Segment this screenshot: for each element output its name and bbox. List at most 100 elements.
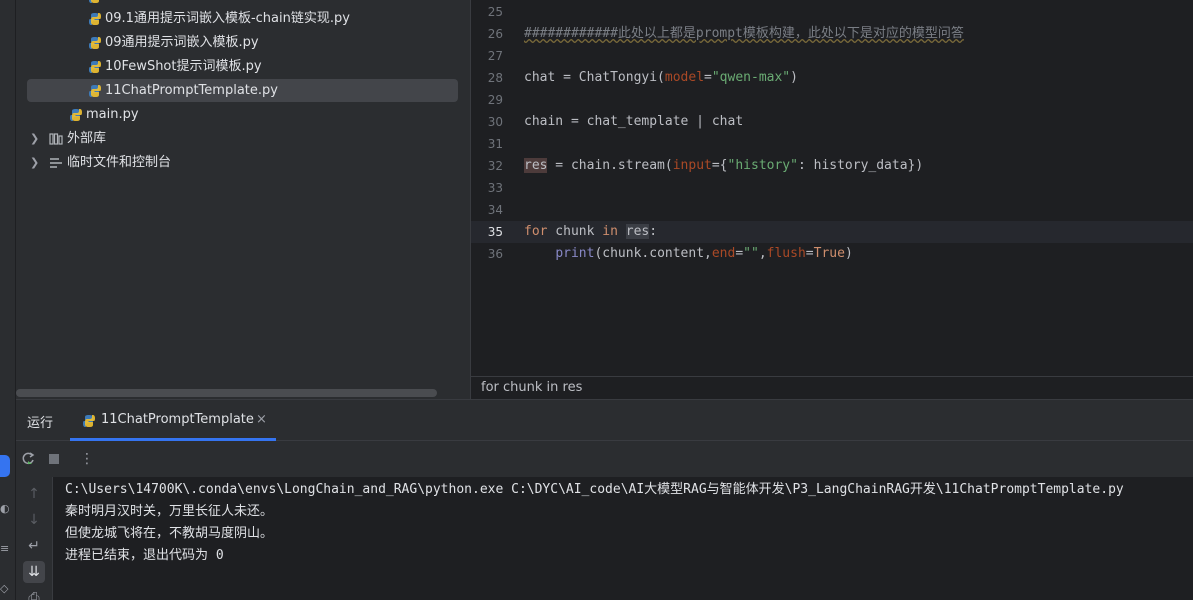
stop-icon[interactable]	[43, 448, 65, 470]
param-token: end	[711, 246, 736, 261]
code-area[interactable]: ############此处以上都是prompt模板构建，此处以下是对应的模型问…	[524, 0, 1193, 376]
horizontal-scrollbar[interactable]	[16, 389, 437, 397]
soft-wrap-icon[interactable]: ↵	[23, 535, 45, 557]
param-token: flush	[766, 246, 806, 261]
line-number: 29	[487, 93, 503, 107]
tree-item-file[interactable]: 09通用提示词嵌入模板.py	[16, 31, 470, 54]
line-number: 26	[487, 27, 503, 41]
tool-icon-2[interactable]: ≡	[0, 542, 10, 555]
console-line: 进程已结束，退出代码为 0	[65, 548, 224, 563]
keyword-token: in	[602, 224, 618, 239]
python-file-icon	[89, 37, 101, 49]
close-icon[interactable]: ×	[256, 412, 267, 427]
python-file-icon	[89, 61, 101, 73]
code-token: =	[805, 246, 814, 261]
code-line-36: print(chunk.content,end="",flush=True)	[524, 243, 853, 265]
tree-item-file[interactable]: main.py	[16, 103, 470, 126]
python-file-icon	[83, 415, 95, 427]
tree-item-file[interactable]: 09.1通用提示词嵌入模板-chain链实现.py	[16, 7, 470, 30]
tree-item-label: main.py	[86, 107, 139, 122]
tree-item-file-selected[interactable]: 11ChatPromptTemplate.py	[27, 79, 458, 102]
console-output[interactable]: C:\Users\14700K\.conda\envs\LongChain_an…	[65, 479, 1185, 567]
code-token: chain = chat_template | chat	[524, 114, 744, 129]
run-panel: 运行 11ChatPromptTemplate × ⋮ ↑ ↓ ↵ ⇊ ⎙ C:…	[16, 399, 1193, 600]
chevron-right-icon[interactable]: ❯	[30, 151, 39, 174]
keyword-token: for	[524, 224, 548, 239]
tab-label: 11ChatPromptTemplate	[101, 412, 254, 427]
code-line-26: ############此处以上都是prompt模板构建，此处以下是对应的模型问…	[524, 23, 964, 45]
tool-icon-3[interactable]: ◇	[0, 582, 10, 595]
arrow-up-icon[interactable]: ↑	[23, 483, 45, 505]
tree-item-label: 10FewShot提示词模板.py	[105, 59, 262, 74]
line-number-active: 35	[487, 225, 503, 239]
res-highlight-token: res	[524, 158, 548, 173]
tab-run-configuration[interactable]: 11ChatPromptTemplate ×	[70, 400, 276, 441]
console-line: C:\Users\14700K\.conda\envs\LongChain_an…	[65, 482, 1124, 497]
code-token: )	[844, 246, 853, 261]
tree-item-label: 临时文件和控制台	[67, 155, 172, 170]
code-token: chunk	[547, 224, 603, 239]
tree-item-external-libraries[interactable]: ❯ 外部库	[16, 127, 470, 150]
rerun-icon[interactable]	[17, 448, 39, 470]
code-editor[interactable]: 25 26 27 28 29 30 31 32 33 34 35 36 ####…	[470, 0, 1193, 399]
code-token: ,	[758, 246, 767, 261]
line-number: 32	[487, 159, 503, 173]
console-line: 秦时明月汉时关，万里长征人未还。	[65, 504, 274, 519]
code-line-30: chain = chat_template | chat	[524, 111, 743, 133]
run-panel-header: 运行 11ChatPromptTemplate ×	[16, 400, 1193, 441]
arrow-down-icon[interactable]: ↓	[23, 509, 45, 531]
library-icon	[49, 133, 63, 145]
run-toolbar: ⋮	[16, 441, 1193, 477]
code-token: =	[735, 246, 744, 261]
project-tree: 09.1通用提示词嵌入模板-chain链实现.py 09通用提示词嵌入模板.py…	[16, 0, 470, 399]
more-options-icon[interactable]: ⋮	[76, 448, 98, 470]
scroll-to-end-icon[interactable]: ⇊	[23, 561, 45, 583]
tree-item-scratches[interactable]: ❯ 临时文件和控制台	[16, 151, 470, 174]
tree-item-label: 09.1通用提示词嵌入模板-chain链实现.py	[105, 11, 350, 26]
line-number: 31	[487, 137, 503, 151]
tool-icon-1[interactable]: ◐	[0, 502, 10, 515]
code-line-28: chat = ChatTongyi(model="qwen-max")	[524, 67, 798, 89]
tree-item-label: 外部库	[67, 131, 107, 146]
code-token: )	[790, 70, 798, 85]
left-tool-strip: ◐ ≡ ◇	[0, 0, 16, 600]
python-file-icon	[89, 13, 101, 25]
console-line: 但使龙城飞将在，不教胡马度阴山。	[65, 526, 274, 541]
line-number: 36	[487, 247, 503, 261]
line-number-gutter: 25 26 27 28 29 30 31 32 33 34 35 36	[471, 0, 521, 376]
active-tool-indicator[interactable]	[0, 455, 10, 477]
comment-text: ############此处以上都是prompt模板构建，此处以下是对应的模型问…	[524, 26, 964, 41]
run-side-toolbar: ↑ ↓ ↵ ⇊ ⎙	[16, 477, 53, 600]
code-line-35: for chunk in res:	[524, 221, 657, 243]
python-file-icon	[89, 85, 101, 97]
builtin-token: print	[555, 246, 595, 261]
param-token: model	[664, 70, 705, 85]
tree-item-file[interactable]: 10FewShot提示词模板.py	[16, 55, 470, 78]
line-number: 27	[487, 49, 503, 63]
code-line-32: res = chain.stream(input={"history": his…	[524, 155, 923, 177]
param-token: input	[672, 158, 712, 173]
breadcrumb[interactable]: for chunk in res	[471, 376, 1193, 399]
string-token: "qwen-max"	[711, 70, 791, 85]
string-token: "history"	[727, 158, 798, 173]
code-token: : history_data})	[797, 158, 924, 173]
code-token: ={	[711, 158, 728, 173]
code-token: chat = ChatTongyi(	[524, 70, 665, 85]
line-number: 25	[487, 5, 503, 19]
line-number: 33	[487, 181, 503, 195]
line-number: 30	[487, 115, 503, 129]
python-file-icon	[89, 0, 99, 3]
chevron-right-icon[interactable]: ❯	[30, 127, 39, 150]
scratches-icon	[50, 158, 62, 168]
keyword-token: True	[813, 246, 845, 261]
res-highlight-token: res	[625, 224, 650, 239]
print-icon[interactable]: ⎙	[23, 587, 45, 600]
string-token: ""	[743, 246, 759, 261]
tree-item-label: 11ChatPromptTemplate.py	[105, 83, 278, 98]
code-token: = chain.stream(	[547, 158, 673, 173]
code-token: (chunk.content,	[594, 246, 712, 261]
code-token: =	[704, 70, 712, 85]
python-file-icon	[70, 109, 82, 121]
